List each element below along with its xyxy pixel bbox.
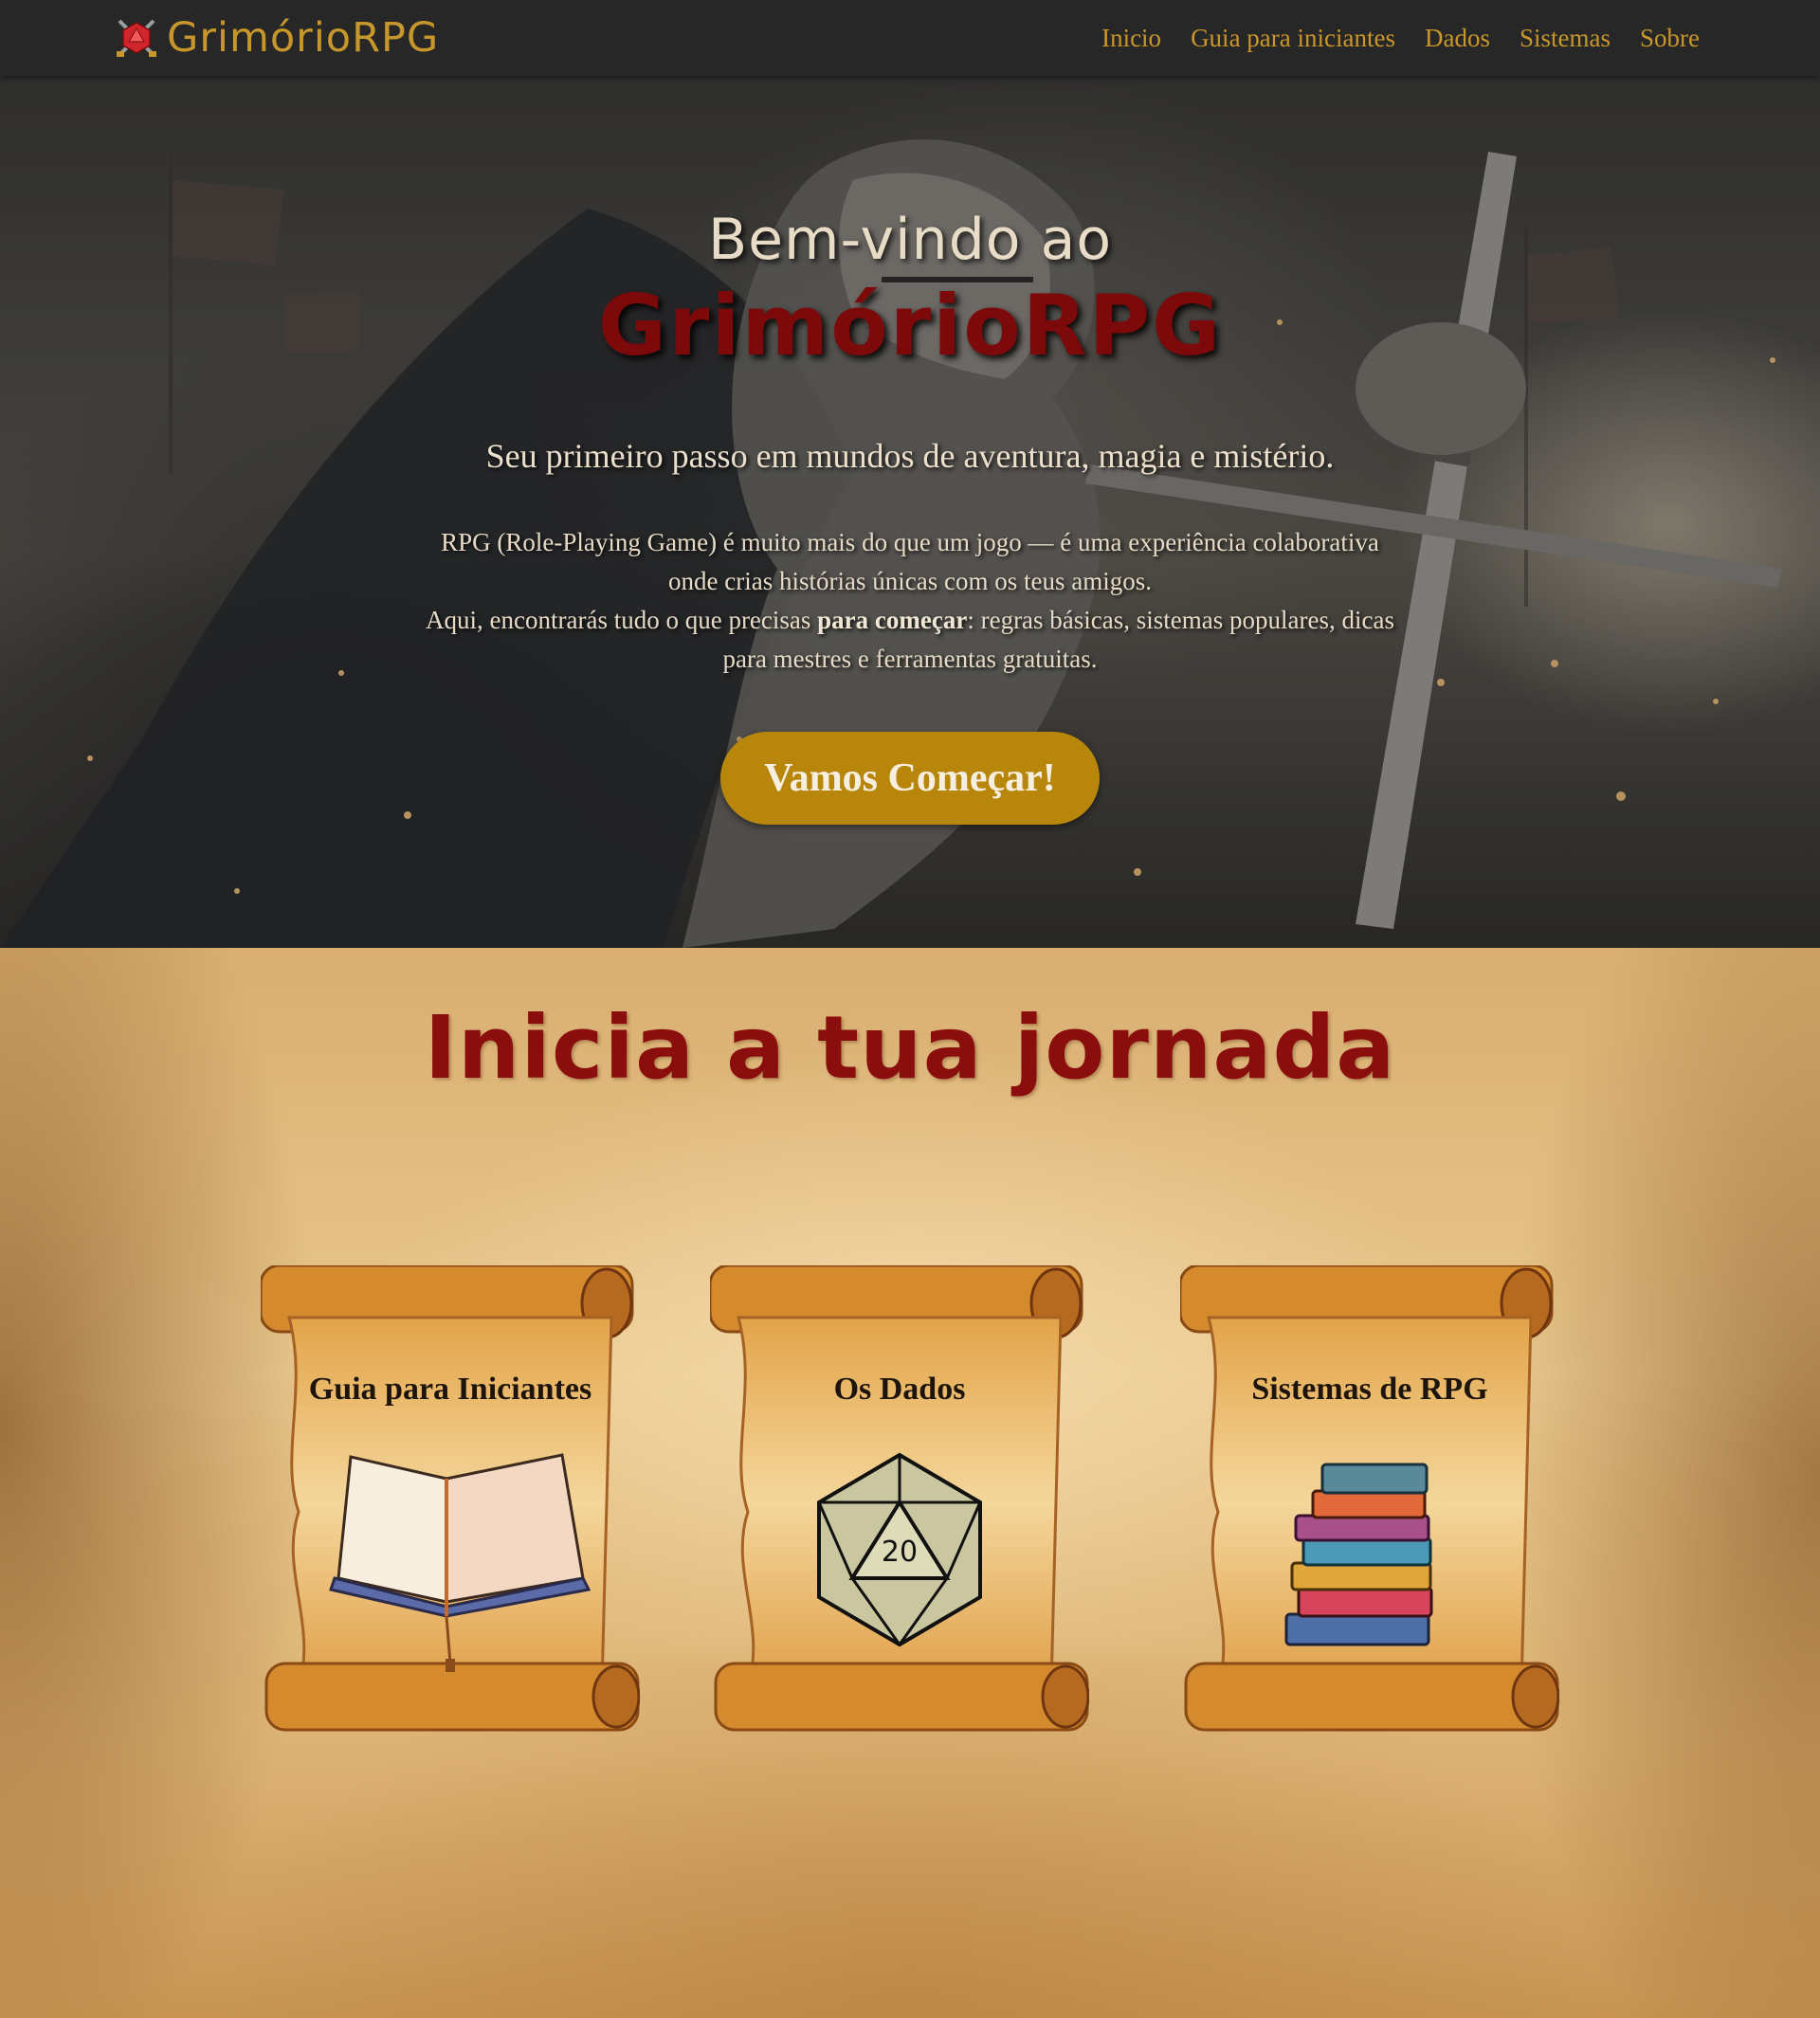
brand-name: GrimórioRPG (167, 14, 440, 62)
start-button[interactable]: Vamos Começar! (720, 732, 1100, 825)
hero-description: RPG (Role-Playing Game) é muito mais do … (417, 523, 1403, 679)
hero-desc-line2-start: Aqui, encontrarás tudo o que precisas (426, 606, 818, 634)
hero-title: GrimórioRPG (597, 277, 1223, 374)
nav-link-sistemas[interactable]: Sistemas (1520, 24, 1611, 53)
d20-dice-icon: 20 (817, 1452, 982, 1647)
hero-welcome-text: Bem-vindo ao (707, 207, 1113, 273)
nav-links: Inicio Guia para iniciantes Dados Sistem… (1101, 0, 1700, 76)
hero-section: Bem-vindo ao GrimórioRPG Seu primeiro pa… (0, 76, 1820, 948)
d20-crossed-swords-logo-icon (117, 19, 156, 57)
hero-desc-line2-bold: para começar (817, 606, 968, 634)
open-book-icon (329, 1453, 592, 1672)
card-title: Sistemas de RPG (1251, 1372, 1488, 1407)
book-stack-icon (1284, 1463, 1433, 1646)
card-os-dados[interactable]: Os Dados 20 (710, 1265, 1089, 1735)
journey-title: Inicia a tua jornada (424, 997, 1396, 1099)
card-guia-iniciantes[interactable]: Guia para Iniciantes (261, 1265, 640, 1735)
navbar: GrimórioRPG Inicio Guia para iniciantes … (0, 0, 1820, 76)
card-title: Guia para Iniciantes (308, 1372, 592, 1407)
brand-link[interactable]: GrimórioRPG (116, 13, 439, 63)
svg-text:20: 20 (882, 1536, 918, 1569)
nav-link-guia[interactable]: Guia para iniciantes (1191, 24, 1395, 53)
card-sistemas-rpg[interactable]: Sistemas de RPG (1180, 1265, 1559, 1735)
card-title: Os Dados (833, 1372, 966, 1407)
hero-content: Bem-vindo ao GrimórioRPG Seu primeiro pa… (0, 76, 1820, 948)
nav-link-inicio[interactable]: Inicio (1101, 24, 1161, 53)
nav-link-dados[interactable]: Dados (1425, 24, 1490, 53)
nav-link-sobre[interactable]: Sobre (1640, 24, 1700, 53)
hero-desc-line1: RPG (Role-Playing Game) é muito mais do … (441, 528, 1379, 595)
hero-subtitle: Seu primeiro passo em mundos de aventura… (485, 437, 1335, 475)
